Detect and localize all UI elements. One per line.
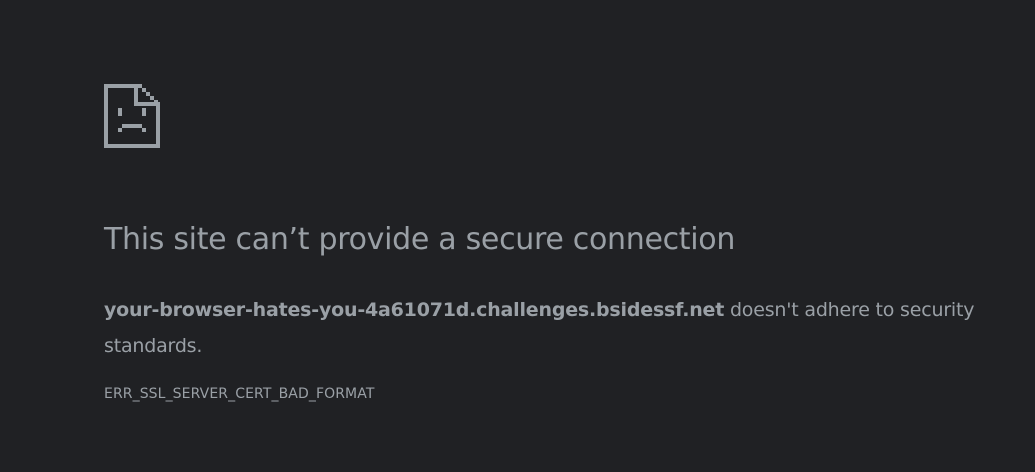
error-page: This site can’t provide a secure connect…: [0, 0, 1035, 472]
error-host: your-browser-hates-you-4a61071d.challeng…: [104, 299, 725, 321]
error-heading: This site can’t provide a secure connect…: [104, 222, 736, 257]
error-code: ERR_SSL_SERVER_CERT_BAD_FORMAT: [104, 386, 375, 402]
sad-page-icon: [104, 84, 160, 148]
error-description: your-browser-hates-you-4a61071d.challeng…: [104, 292, 1004, 364]
